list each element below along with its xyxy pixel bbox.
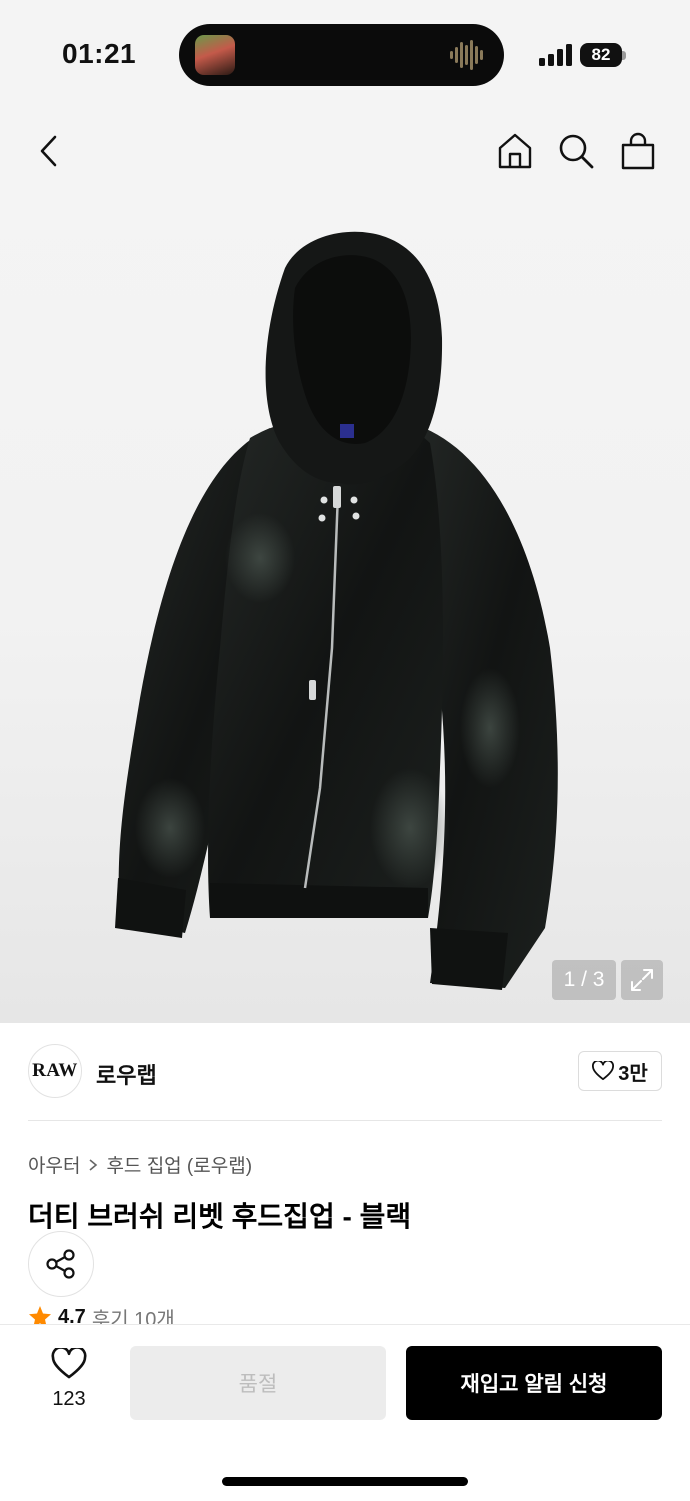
status-time: 01:21 — [62, 38, 137, 69]
chevron-left-icon — [40, 135, 57, 167]
expand-image-button[interactable] — [621, 960, 663, 1000]
wishlist-button[interactable]: 123 — [40, 1346, 98, 1416]
brand-logo[interactable]: RAW — [28, 1044, 82, 1098]
back-button[interactable] — [26, 128, 72, 174]
image-page-indicator: 1 / 3 — [552, 960, 616, 1000]
chevron-right-icon — [89, 1158, 98, 1171]
divider — [28, 1120, 662, 1121]
wishlist-count: 123 — [52, 1388, 86, 1410]
audio-wave-icon — [450, 40, 483, 70]
search-icon — [559, 134, 594, 169]
breadcrumb: 아우터 후드 집업 (로우랩) — [28, 1151, 252, 1178]
search-button[interactable] — [553, 128, 599, 174]
product-photo-hoodie — [115, 231, 558, 990]
cart-button[interactable] — [615, 128, 661, 174]
brand-like-count: 3만 — [618, 1062, 648, 1085]
soldout-button: 품절 — [130, 1346, 386, 1420]
shopping-bag-icon — [621, 132, 655, 170]
home-button[interactable] — [492, 128, 538, 174]
dynamic-island[interactable] — [179, 24, 504, 86]
now-playing-artwork — [195, 35, 235, 75]
share-icon — [46, 1249, 75, 1279]
product-title: 더티 브러쉬 리벳 후드집업 - 블랙 — [28, 1201, 412, 1232]
battery-level: 82 — [580, 43, 622, 67]
cellular-signal-icon — [539, 44, 572, 66]
breadcrumb-category[interactable]: 아우터 — [28, 1151, 80, 1178]
brand-name[interactable]: 로우랩 — [96, 1058, 157, 1090]
expand-icon — [631, 969, 653, 991]
brand-like-button[interactable]: 3만 — [578, 1051, 662, 1091]
breadcrumb-subcategory[interactable]: 후드 집업 (로우랩) — [106, 1151, 252, 1178]
home-indicator[interactable] — [222, 1477, 468, 1486]
status-bar: 01:21 82 — [0, 0, 690, 110]
restock-alert-button[interactable]: 재입고 알림 신청 — [406, 1346, 662, 1420]
battery-icon — [622, 51, 626, 60]
home-icon — [498, 133, 532, 169]
heart-icon — [51, 1346, 87, 1379]
share-button[interactable] — [28, 1231, 94, 1297]
heart-icon — [592, 1061, 615, 1081]
